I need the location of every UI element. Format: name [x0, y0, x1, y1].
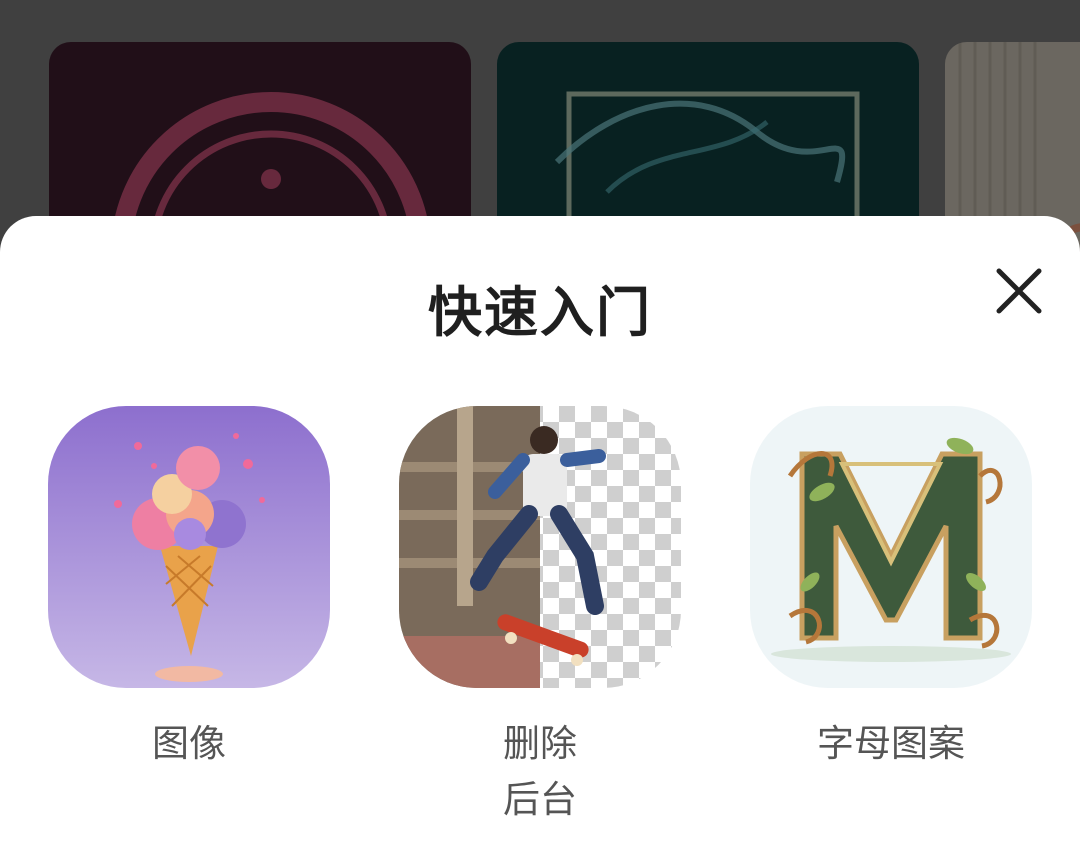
tile-letter-pattern[interactable]: 字母图案 — [750, 406, 1032, 772]
close-icon — [996, 268, 1042, 314]
tile-label: 图像 — [152, 722, 226, 765]
tile-image[interactable]: 图像 — [48, 406, 330, 772]
letter-m-thumbnail — [750, 406, 1032, 688]
ice-cream-thumbnail — [48, 406, 330, 688]
sheet-title: 快速入门 — [428, 281, 652, 344]
tile-label: 删除 后台 — [399, 716, 681, 828]
close-button[interactable] — [988, 260, 1050, 322]
tile-remove-background[interactable]: 删除 后台 — [399, 406, 681, 828]
tile-label-line: 后台 — [503, 778, 577, 821]
quick-start-sheet: 快速入门 图像 删除 后台 字母图案 — [0, 216, 1080, 856]
skateboarder-thumbnail — [399, 406, 681, 688]
tile-label: 字母图案 — [817, 722, 965, 765]
tile-label-line: 删除 — [503, 722, 577, 765]
